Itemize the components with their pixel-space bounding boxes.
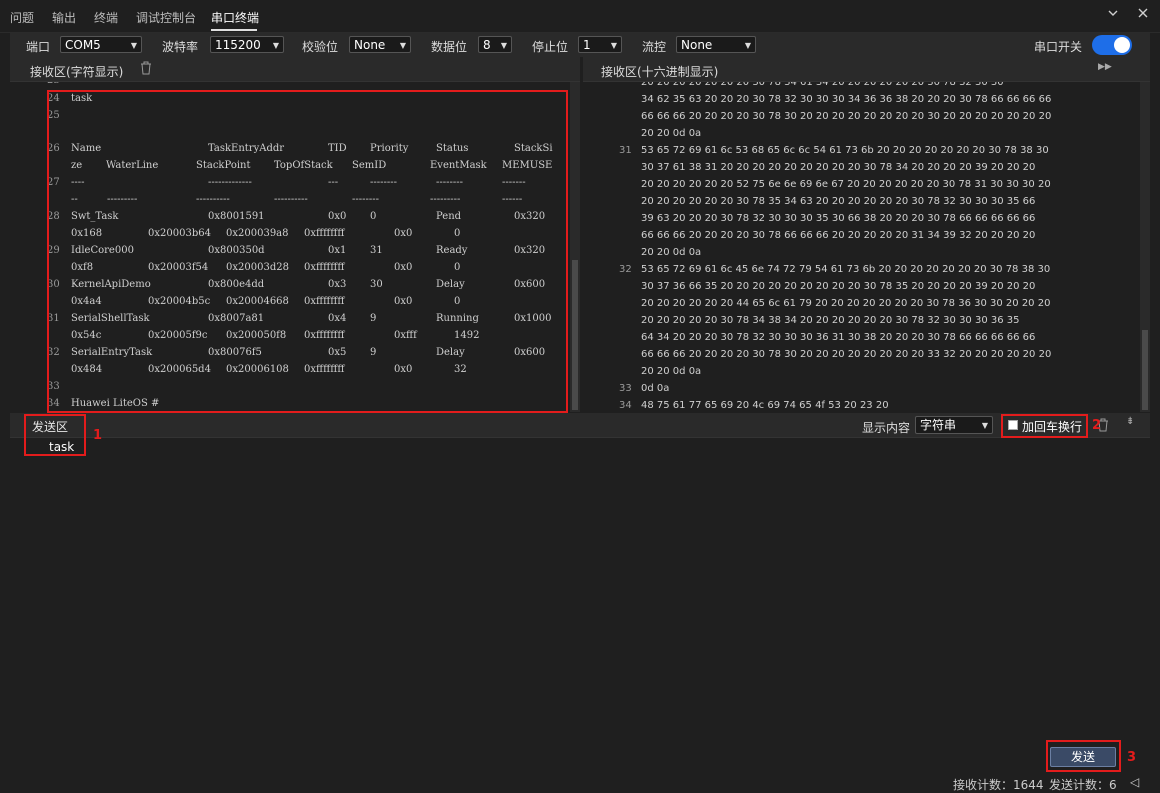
- tab-serial-terminal[interactable]: 串口终端: [211, 9, 259, 26]
- active-tab-indicator: [211, 29, 257, 31]
- stopbits-label: 停止位: [532, 40, 569, 54]
- chevron-down-icon[interactable]: [1104, 6, 1122, 24]
- dropdown-arrow-icon: ▼: [399, 41, 406, 50]
- status-bar: 接收计数：1644 发送计数：6 ◁: [0, 772, 1160, 793]
- recv-hex-line: 30 37 61 38 31 20 20 20 20 20 20 20 20 2…: [641, 162, 1036, 173]
- annotation-box-output: [47, 90, 568, 413]
- recv-hex-line: 66 66 66 20 20 20 20 30 78 30 20 20 20 2…: [641, 349, 1052, 360]
- annotation-number-1: 1: [93, 428, 103, 443]
- annotation-number-3: 3: [1127, 750, 1137, 765]
- recv-hex-line: 64 34 20 20 20 30 78 32 30 30 30 36 31 3…: [641, 332, 1036, 343]
- flow-select[interactable]: None ▼: [676, 36, 756, 53]
- recv-hex-line: 20 20 20 20 20 30 78 34 38 34 20 20 20 2…: [641, 315, 1020, 326]
- recv-hex-line: 39 63 20 20 20 30 78 32 30 30 30 35 30 6…: [641, 213, 1036, 224]
- panel-tab-bar: 问题 输出 终端 调试控制台 串口终端: [0, 0, 1160, 33]
- recv-text-header: 接收区(字符显示): [10, 57, 580, 82]
- recv-hex-line: 20 20 20 20 20 20 20 30 78 34 61 34 20 2…: [641, 82, 1004, 88]
- port-value: COM5: [65, 38, 101, 52]
- recv-hex-line: 20 20 0d 0a: [641, 247, 702, 258]
- recv-hex-line: 20 20 20 20 20 20 44 65 6c 61 79 20 20 2…: [641, 298, 1051, 309]
- scrollbar-thumb[interactable]: [1142, 330, 1148, 410]
- fast-forward-icon[interactable]: ▶▶: [1098, 62, 1112, 72]
- tab-output[interactable]: 输出: [52, 9, 76, 26]
- display-content-value: 字符串: [920, 418, 957, 432]
- flow-value: None: [681, 38, 713, 52]
- recv-hex-title: 接收区(十六进制显示): [601, 65, 719, 79]
- port-select[interactable]: COM5 ▼: [60, 36, 142, 53]
- serial-switch-label: 串口开关: [1034, 40, 1083, 54]
- line-number: 31: [619, 145, 632, 156]
- send-count: 发送计数：6: [1049, 778, 1117, 792]
- recv-hex-line: 66 66 66 20 20 20 20 30 78 30 20 20 20 2…: [641, 111, 1052, 122]
- parity-label: 校验位: [302, 40, 339, 54]
- recv-hex-header: 接收区(十六进制显示) ▶▶: [583, 57, 1150, 82]
- annotation-number-2: 2: [1092, 418, 1102, 433]
- annotation-box-send-button: [1046, 740, 1121, 772]
- close-icon[interactable]: [1134, 6, 1152, 24]
- databits-select[interactable]: 8 ▼: [478, 36, 512, 53]
- flow-label: 流控: [642, 40, 667, 54]
- recv-hex-line: 20 20 0d 0a: [641, 128, 702, 139]
- recv-text-scrollbar[interactable]: [570, 82, 580, 412]
- recv-hex-line: 48 75 61 77 65 69 20 4c 69 74 65 4f 53 2…: [641, 400, 889, 411]
- dropdown-arrow-icon: ▼: [500, 41, 507, 50]
- collapse-icon[interactable]: ⇟: [1126, 416, 1134, 427]
- recv-hex-line: 34 62 35 63 20 20 20 30 78 32 30 30 30 3…: [641, 94, 1052, 105]
- display-content-select[interactable]: 字符串 ▼: [915, 416, 993, 434]
- recv-hex-line: 20 20 20 20 20 20 52 75 6e 6e 69 6e 67 2…: [641, 179, 1051, 190]
- dropdown-arrow-icon: ▼: [272, 41, 279, 50]
- baud-select[interactable]: 115200 ▼: [210, 36, 284, 53]
- line-number: 32: [619, 264, 632, 275]
- annotation-box-send-area: [24, 414, 86, 456]
- line-number: 34: [619, 400, 632, 411]
- recv-hex-line: 53 65 72 69 61 6c 45 6e 74 72 79 54 61 7…: [641, 264, 1051, 275]
- recv-hex-line: 30 37 36 66 35 20 20 20 20 20 20 20 20 2…: [641, 281, 1036, 292]
- stopbits-select[interactable]: 1 ▼: [578, 36, 622, 53]
- baud-label: 波特率: [162, 40, 199, 54]
- recv-hex-area[interactable]: 20 20 20 20 20 20 20 30 78 34 61 34 20 2…: [583, 82, 1150, 412]
- parity-select[interactable]: None ▼: [349, 36, 411, 53]
- stopbits-value: 1: [583, 38, 591, 52]
- recv-count: 接收计数：1644: [953, 778, 1044, 792]
- send-input-area[interactable]: task 发送: [10, 438, 1150, 770]
- recv-hex-line: 0d 0a: [641, 383, 670, 394]
- dropdown-arrow-icon: ▼: [744, 41, 751, 50]
- tab-problems[interactable]: 问题: [10, 9, 34, 26]
- scrollbar-thumb[interactable]: [572, 260, 578, 410]
- port-label: 端口: [26, 40, 51, 54]
- recv-hex-line: 20 20 20 20 20 20 30 78 35 34 63 20 20 2…: [641, 196, 1036, 207]
- databits-label: 数据位: [431, 40, 468, 54]
- baud-value: 115200: [215, 38, 261, 52]
- serial-switch-toggle[interactable]: [1092, 35, 1132, 55]
- tab-debug-console[interactable]: 调试控制台: [136, 9, 196, 26]
- toggle-knob: [1114, 37, 1130, 53]
- recv-hex-line: 53 65 72 69 61 6c 53 68 65 6c 6c 54 61 7…: [641, 145, 1049, 156]
- annotation-box-crlf: [1001, 414, 1088, 438]
- trash-icon[interactable]: [140, 61, 152, 78]
- recv-hex-scrollbar[interactable]: [1140, 82, 1150, 412]
- parity-value: None: [354, 38, 386, 52]
- notification-bell-icon[interactable]: ◁: [1130, 775, 1139, 789]
- line-number: 33: [619, 383, 632, 394]
- send-header: 发送区 显示内容 字符串 ▼ 加回车换行 ⇟: [10, 413, 1150, 438]
- serial-settings-bar: 端口 COM5 ▼ 波特率 115200 ▼ 校验位 None ▼ 数据位 8 ▼ 停止…: [10, 33, 1150, 57]
- partial-line-number: 23: [47, 82, 60, 86]
- recv-hex-line: 20 20 0d 0a: [641, 366, 702, 377]
- dropdown-arrow-icon: ▼: [130, 41, 137, 50]
- tab-terminal[interactable]: 终端: [94, 9, 118, 26]
- display-content-label: 显示内容: [862, 421, 911, 435]
- recv-text-title: 接收区(字符显示): [30, 65, 124, 79]
- databits-value: 8: [483, 38, 491, 52]
- dropdown-arrow-icon: ▼: [610, 41, 617, 50]
- recv-hex-line: 66 66 66 20 20 20 20 30 78 66 66 66 20 2…: [641, 230, 1036, 241]
- dropdown-arrow-icon: ▼: [981, 421, 988, 430]
